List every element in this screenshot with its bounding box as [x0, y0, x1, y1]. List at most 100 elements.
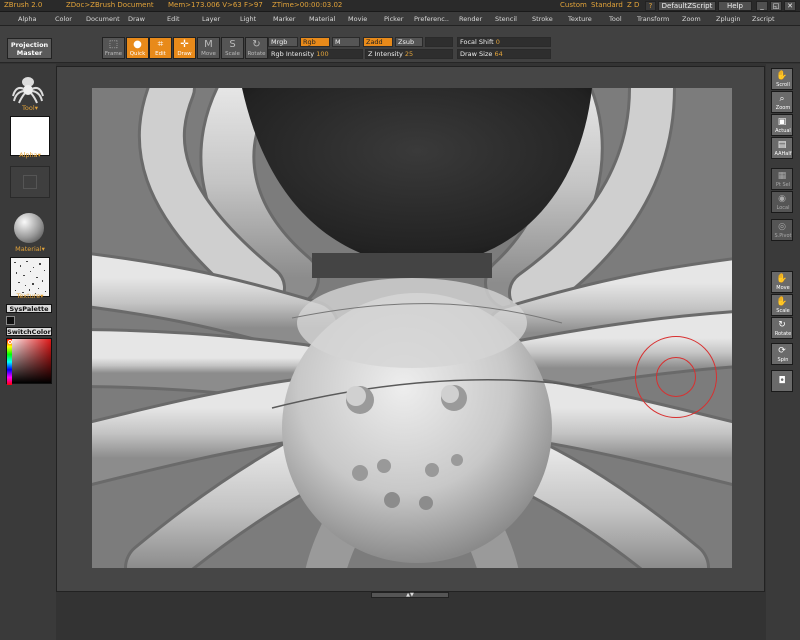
zd-button[interactable]: Z D: [627, 1, 639, 9]
rotate-view-button[interactable]: ↻ Rotate: [771, 317, 793, 339]
alpha-thumbnail[interactable]: [10, 116, 50, 156]
switchcolor-button[interactable]: SwitchColor: [6, 327, 52, 336]
rotate-button[interactable]: ↻ Rotate: [245, 37, 268, 59]
focal-shift-value: 0: [495, 38, 500, 46]
menu-preferences[interactable]: Preferenc..: [414, 15, 449, 23]
top-toolbar: Projection Master ⬚ Frame ● Quick ⌗ Edit…: [0, 26, 800, 63]
zadd-button[interactable]: Zadd: [363, 37, 393, 47]
menu-zplugin[interactable]: Zplugin: [716, 15, 741, 23]
draw-size-slider[interactable]: Draw Size 64: [457, 49, 551, 59]
menu-layer[interactable]: Layer: [202, 15, 220, 23]
menu-stencil[interactable]: Stencil: [495, 15, 517, 23]
edit-button[interactable]: ⌗ Edit: [149, 37, 172, 59]
spin-icon: ⟳: [778, 346, 786, 356]
scale-button[interactable]: S Scale: [221, 37, 244, 59]
syspalette-button[interactable]: SysPalette: [6, 304, 52, 313]
camera-icon: ◘: [778, 376, 786, 386]
z-intensity-value: 25: [404, 50, 414, 58]
restore-button[interactable]: ◱: [770, 1, 782, 11]
cube-icon: ⬚: [108, 39, 119, 50]
menu-transform[interactable]: Transform: [637, 15, 669, 23]
menu-stroke[interactable]: Stroke: [532, 15, 553, 23]
alpha-label[interactable]: Alpha▾: [4, 151, 56, 159]
projection-master-button[interactable]: Projection Master: [7, 38, 52, 59]
move-view-button[interactable]: ✋ Move: [771, 271, 793, 293]
tool-label[interactable]: Tool▾: [4, 104, 56, 112]
document-title: ZDoc>ZBrush Document: [66, 1, 154, 9]
actual-size-button[interactable]: ▣ Actual: [771, 114, 793, 136]
help-button[interactable]: Help: [718, 1, 752, 11]
frame-button[interactable]: ⬚ Frame: [102, 37, 125, 59]
material-label[interactable]: Material▾: [4, 245, 56, 253]
canvas-scroll-tab[interactable]: ▲▼: [371, 592, 449, 598]
menu-light[interactable]: Light: [240, 15, 256, 23]
scroll-button[interactable]: ✋ Scroll: [771, 68, 793, 90]
document-canvas[interactable]: [92, 88, 732, 568]
texture-label[interactable]: Texture▾: [4, 292, 56, 300]
menu-document[interactable]: Document: [86, 15, 120, 23]
dropdown-arrow-icon: ▾: [37, 151, 41, 159]
texture-thumbnail[interactable]: [10, 257, 50, 297]
zoom-button[interactable]: ⌕ Zoom: [771, 91, 793, 113]
mrgb-button[interactable]: Mrgb: [268, 37, 298, 47]
actual-label: Actual: [775, 128, 791, 134]
menu-edit[interactable]: Edit: [167, 15, 180, 23]
menu-color[interactable]: Color: [55, 15, 72, 23]
local-icon: ◉: [778, 194, 786, 204]
rgb-intensity-label: Rgb Intensity: [271, 50, 315, 58]
brush-cursor-inner-ring: [656, 357, 696, 397]
focal-shift-slider[interactable]: Focal Shift 0: [457, 37, 551, 47]
move-hand-icon: ✋: [776, 274, 788, 284]
z-intensity-slider[interactable]: Z Intensity 25: [365, 49, 453, 59]
menu-zscript[interactable]: Zscript: [752, 15, 775, 23]
frame-label: Frame: [104, 51, 123, 57]
zsub-button[interactable]: Zsub: [395, 37, 423, 47]
zcut-slot[interactable]: [425, 37, 453, 47]
rgb-intensity-slider[interactable]: Rgb Intensity 100: [268, 49, 363, 59]
right-shelf: ✋ Scroll ⌕ Zoom ▣ Actual ▤ AAHalf ▦ Pt S…: [766, 64, 800, 640]
menu-alpha[interactable]: Alpha: [18, 15, 36, 23]
point-select-button[interactable]: ▦ Pt Sel: [771, 168, 793, 190]
menu-movie[interactable]: Movie: [348, 15, 367, 23]
menu-draw[interactable]: Draw: [128, 15, 145, 23]
spin-button[interactable]: ⟳ Spin: [771, 343, 793, 365]
menu-texture[interactable]: Texture: [568, 15, 592, 23]
m-button[interactable]: M: [332, 37, 360, 47]
menu-zoom[interactable]: Zoom: [682, 15, 701, 23]
pivot-icon: ◎: [778, 222, 786, 232]
spider-icon: [12, 77, 44, 104]
tool-thumbnail[interactable]: [11, 70, 45, 104]
help-question-button[interactable]: ?: [645, 1, 656, 11]
snapshot-button[interactable]: ◘: [771, 370, 793, 392]
custom-layout-button[interactable]: Custom: [560, 1, 587, 9]
material-sphere[interactable]: [14, 213, 44, 243]
color-picker[interactable]: [6, 338, 52, 385]
rotate-hand-icon: ↻: [778, 320, 786, 330]
menu-tool[interactable]: Tool: [609, 15, 622, 23]
menu-render[interactable]: Render: [459, 15, 482, 23]
aahalf-button[interactable]: ▤ AAHalf: [771, 137, 793, 159]
close-button[interactable]: ✕: [784, 1, 796, 11]
local-button[interactable]: ◉ Local: [771, 191, 793, 213]
menu-marker[interactable]: Marker: [273, 15, 295, 23]
hue-ring[interactable]: [7, 339, 12, 385]
quick-button[interactable]: ● Quick: [126, 37, 149, 59]
ptsel-label: Pt Sel: [775, 182, 791, 188]
stroke-thumbnail[interactable]: [10, 166, 50, 198]
rotate-label: Rotate: [247, 51, 266, 57]
scale-view-button[interactable]: ✋ Scale: [771, 294, 793, 316]
standard-layout-button[interactable]: Standard: [591, 1, 623, 9]
move-button[interactable]: M Move: [197, 37, 220, 59]
menu-material[interactable]: Material: [309, 15, 335, 23]
spivot-button[interactable]: ◎ S.Pivot: [771, 219, 793, 241]
minimize-button[interactable]: _: [756, 1, 768, 11]
double-arrow-icon: ▲▼: [406, 592, 414, 598]
secondary-color-swatch[interactable]: [6, 316, 15, 325]
rotate-icon: ↻: [252, 39, 261, 50]
rgb-button[interactable]: Rgb: [300, 37, 330, 47]
script-selector[interactable]: DefaultZScript: [658, 1, 716, 11]
draw-button[interactable]: ✛ Draw: [173, 37, 196, 59]
stroke-placeholder-icon: [23, 175, 37, 189]
aahalf-icon: ▤: [777, 140, 787, 150]
menu-picker[interactable]: Picker: [384, 15, 403, 23]
